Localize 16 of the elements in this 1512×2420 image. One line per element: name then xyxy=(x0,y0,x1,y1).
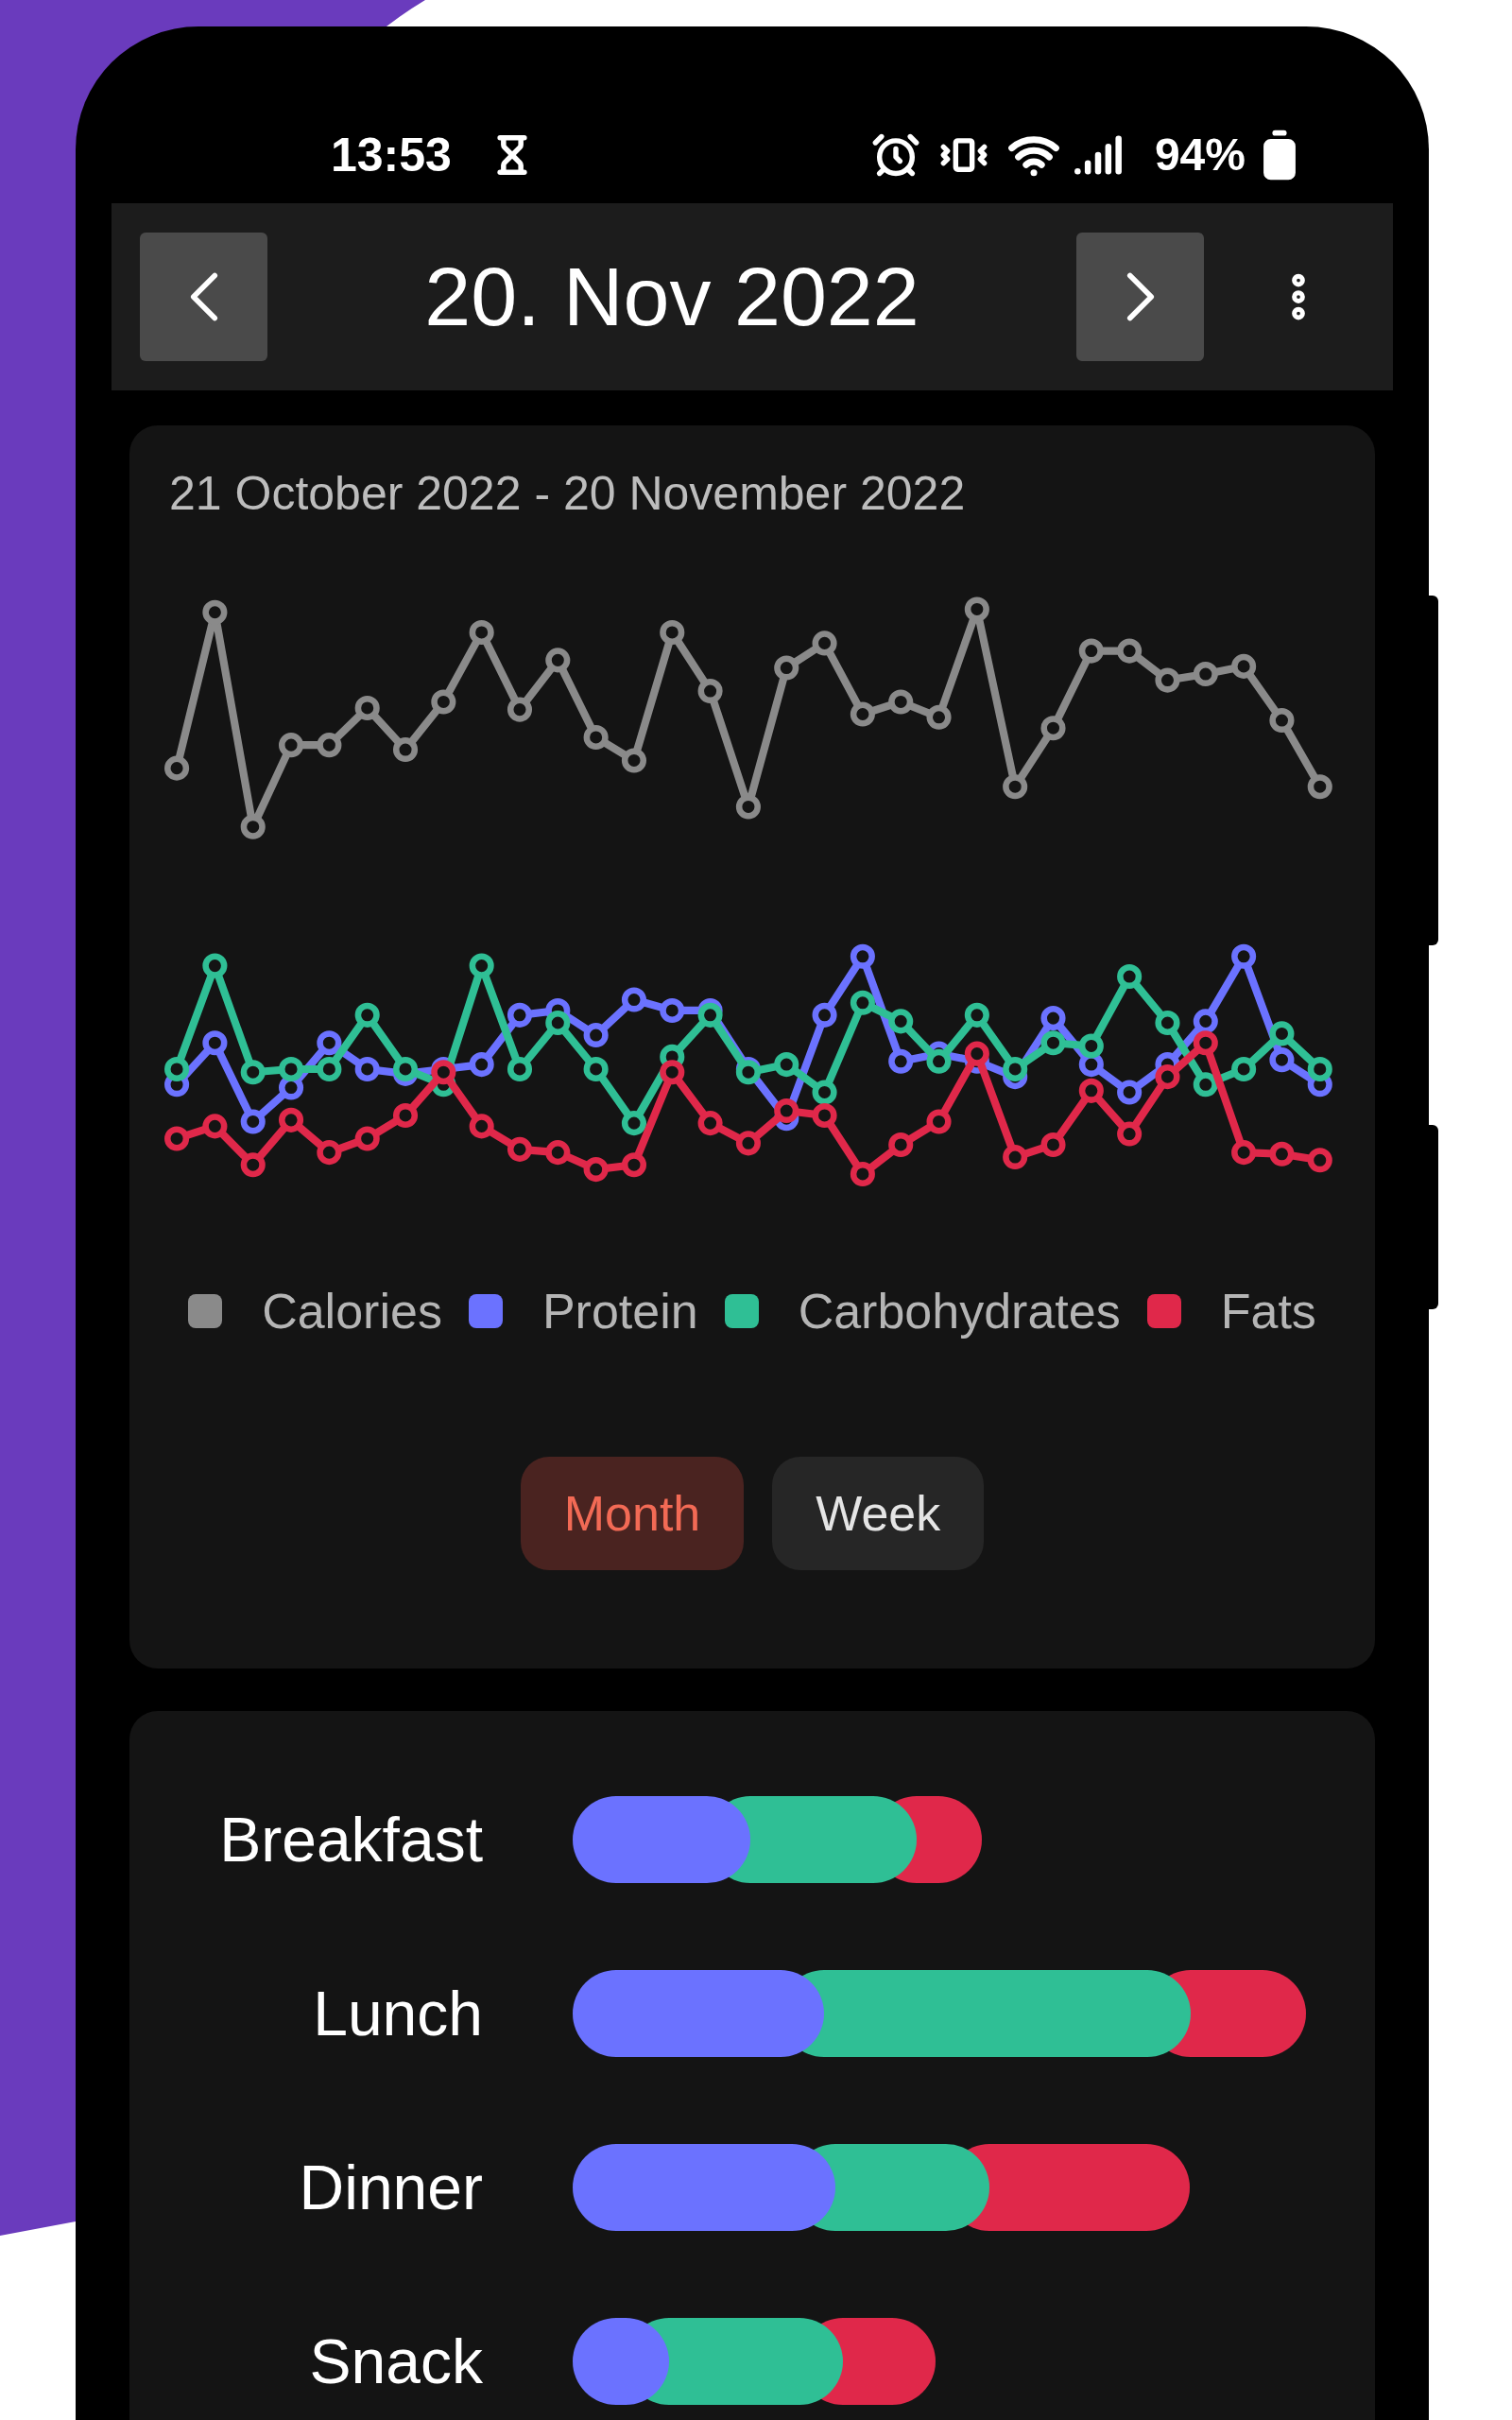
legend-label: Fats xyxy=(1220,1283,1316,1340)
period-tab[interactable]: Week xyxy=(772,1457,985,1570)
meal-label: Snack xyxy=(308,2325,483,2398)
battery-percent: 94% xyxy=(1154,129,1246,182)
meal-label: Dinner xyxy=(298,2151,483,2224)
legend-label: Protein xyxy=(541,1283,698,1340)
next-button[interactable] xyxy=(1076,233,1204,361)
meal-label: Breakfast xyxy=(218,1803,483,1876)
legend-label: Carbohydrates xyxy=(798,1283,1121,1340)
meal-label: Lunch xyxy=(312,1977,483,2050)
legend-label: Calories xyxy=(262,1283,442,1340)
period-tab[interactable]: Month xyxy=(520,1457,745,1570)
previous-button[interactable] xyxy=(140,233,267,361)
date-range: 21 October 2022 - 20 November 2022 xyxy=(169,466,967,522)
status-time: 13:53 xyxy=(331,127,452,183)
date-title: 20. Nov 2022 xyxy=(423,249,920,345)
